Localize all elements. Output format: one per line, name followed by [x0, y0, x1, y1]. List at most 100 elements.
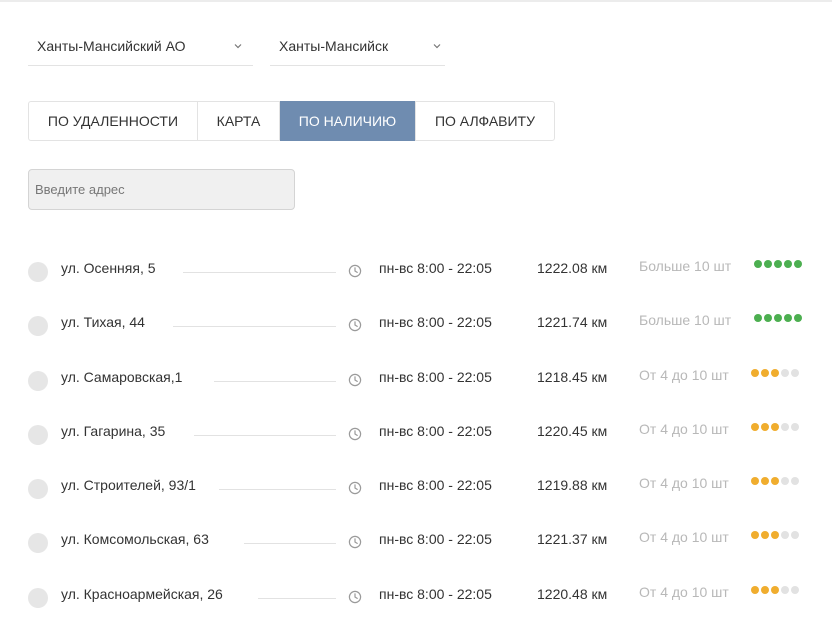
list-item[interactable]: ул. Красноармейская, 26 пн-вс 8:00 - 22:0…: [0, 580, 832, 620]
store-address: ул. Осенняя, 5: [61, 260, 156, 276]
store-distance: 1221.74 км: [537, 314, 608, 330]
stock-dot: [754, 260, 762, 268]
stock-level-indicator: [751, 477, 799, 485]
stock-dot: [781, 531, 789, 539]
chevron-down-icon: [433, 44, 441, 49]
radio-button[interactable]: [28, 262, 48, 282]
store-hours: пн-вс 8:00 - 22:05: [379, 477, 492, 493]
stock-dot: [761, 531, 769, 539]
region-select[interactable]: Ханты-Мансийский АО: [28, 28, 253, 66]
leader-line: [244, 543, 336, 544]
tab-by-distance[interactable]: ПО УДАЛЕННОСТИ: [29, 102, 198, 140]
store-distance: 1221.37 км: [537, 531, 608, 547]
store-address: ул. Красноармейская, 26: [61, 586, 223, 602]
list-item[interactable]: ул. Строителей, 93/1 пн-вс 8:00 - 22:05 12…: [0, 471, 832, 511]
chevron-down-icon: [234, 44, 242, 49]
list-item[interactable]: ул. Самаровская,1 пн-вс 8:00 - 22:05 1218.…: [0, 363, 832, 403]
stock-dot: [784, 314, 792, 322]
stock-dot: [761, 423, 769, 431]
list-item[interactable]: ул. Тихая, 44 пн-вс 8:00 - 22:05 1221.74 к…: [0, 308, 832, 348]
stock-dot: [771, 586, 779, 594]
list-item[interactable]: ул. Осенняя, 5 пн-вс 8:00 - 22:05 1222.08 …: [0, 254, 832, 294]
leader-line: [173, 326, 336, 327]
city-select-value: Ханты-Мансийск: [279, 38, 389, 54]
stock-label: От 4 до 10 шт: [639, 529, 729, 545]
radio-button[interactable]: [28, 316, 48, 336]
stock-dot: [751, 477, 759, 485]
address-input[interactable]: [28, 169, 295, 210]
store-distance: 1222.08 км: [537, 260, 608, 276]
stock-dot: [791, 531, 799, 539]
stock-dot: [771, 477, 779, 485]
tab-map[interactable]: КАРТА: [198, 102, 280, 140]
stock-level-indicator: [754, 260, 802, 268]
clock-icon: [348, 590, 362, 604]
tab-alphabetical[interactable]: ПО АЛФАВИТУ: [416, 102, 554, 140]
stock-dot: [781, 477, 789, 485]
store-distance: 1218.45 км: [537, 369, 608, 385]
clock-icon: [348, 535, 362, 549]
stock-level-indicator: [751, 369, 799, 377]
leader-line: [214, 381, 336, 382]
list-item[interactable]: ул. Комсомольская, 63 пн-вс 8:00 - 22:05 1…: [0, 525, 832, 565]
stock-dot: [791, 423, 799, 431]
stock-dot: [784, 260, 792, 268]
leader-line: [219, 489, 336, 490]
stock-dot: [751, 369, 759, 377]
stock-dot: [754, 314, 762, 322]
clock-icon: [348, 427, 362, 441]
stock-dot: [764, 314, 772, 322]
store-distance: 1219.88 км: [537, 477, 608, 493]
clock-icon: [348, 481, 362, 495]
store-address: ул. Строителей, 93/1: [61, 477, 196, 493]
list-item[interactable]: ул. Гагарина, 35 пн-вс 8:00 - 22:05 1220.4…: [0, 417, 832, 457]
store-hours: пн-вс 8:00 - 22:05: [379, 531, 492, 547]
store-hours: пн-вс 8:00 - 22:05: [379, 314, 492, 330]
stock-dot: [761, 586, 769, 594]
top-divider: [0, 0, 832, 2]
store-hours: пн-вс 8:00 - 22:05: [379, 586, 492, 602]
clock-icon: [348, 264, 362, 278]
stock-dot: [791, 369, 799, 377]
tab-by-availability[interactable]: ПО НАЛИЧИЮ: [280, 101, 416, 141]
stock-dot: [794, 260, 802, 268]
store-address: ул. Тихая, 44: [61, 314, 145, 330]
stock-dot: [781, 586, 789, 594]
radio-button[interactable]: [28, 479, 48, 499]
clock-icon: [348, 373, 362, 387]
stock-label: От 4 до 10 шт: [639, 584, 729, 600]
store-address: ул. Самаровская,1: [61, 369, 183, 385]
leader-line: [258, 598, 336, 599]
store-hours: пн-вс 8:00 - 22:05: [379, 260, 492, 276]
radio-button[interactable]: [28, 425, 48, 445]
stock-dot: [751, 531, 759, 539]
store-hours: пн-вс 8:00 - 22:05: [379, 369, 492, 385]
radio-button[interactable]: [28, 371, 48, 391]
stock-dot: [774, 260, 782, 268]
stock-dot: [771, 369, 779, 377]
stock-dot: [751, 423, 759, 431]
radio-button[interactable]: [28, 588, 48, 608]
stock-dot: [761, 369, 769, 377]
stock-dot: [794, 314, 802, 322]
store-address: ул. Комсомольская, 63: [61, 531, 209, 547]
stock-level-indicator: [751, 586, 799, 594]
region-select-value: Ханты-Мансийский АО: [37, 38, 186, 54]
stock-dot: [771, 531, 779, 539]
store-hours: пн-вс 8:00 - 22:05: [379, 423, 492, 439]
stock-dot: [791, 477, 799, 485]
city-select[interactable]: Ханты-Мансийск: [270, 28, 445, 66]
store-address: ул. Гагарина, 35: [61, 423, 166, 439]
leader-line: [194, 435, 336, 436]
sort-tabs: ПО УДАЛЕННОСТИ КАРТА ПО НАЛИЧИЮ ПО АЛФАВ…: [28, 101, 555, 141]
stock-dot: [781, 369, 789, 377]
leader-line: [183, 272, 336, 273]
stock-label: От 4 до 10 шт: [639, 421, 729, 437]
stock-dot: [751, 586, 759, 594]
stock-dot: [764, 260, 772, 268]
stock-dot: [781, 423, 789, 431]
stock-label: От 4 до 10 шт: [639, 475, 729, 491]
radio-button[interactable]: [28, 533, 48, 553]
store-distance: 1220.45 км: [537, 423, 608, 439]
stock-dot: [771, 423, 779, 431]
